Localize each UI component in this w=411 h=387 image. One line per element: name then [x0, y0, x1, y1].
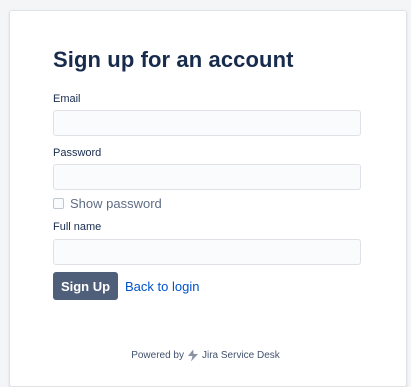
password-field[interactable]	[53, 164, 361, 190]
fullname-field[interactable]	[53, 239, 361, 265]
powered-by-footer: Powered by Jira Service Desk	[0, 349, 411, 362]
signup-button[interactable]: Sign Up	[53, 272, 118, 300]
email-field[interactable]	[53, 110, 361, 136]
page-title: Sign up for an account	[53, 47, 294, 72]
jira-service-desk-logo-icon	[187, 349, 199, 362]
fullname-label: Full name	[53, 221, 102, 233]
powered-by-text: Powered by	[131, 350, 184, 361]
email-label: Email	[53, 93, 81, 105]
show-password-checkbox[interactable]	[53, 198, 64, 209]
show-password-label[interactable]: Show password	[70, 196, 162, 211]
show-password-row[interactable]: Show password	[53, 196, 162, 211]
password-label: Password	[53, 147, 102, 159]
back-to-login-link[interactable]: Back to login	[125, 279, 199, 294]
product-name: Jira Service Desk	[202, 350, 280, 361]
